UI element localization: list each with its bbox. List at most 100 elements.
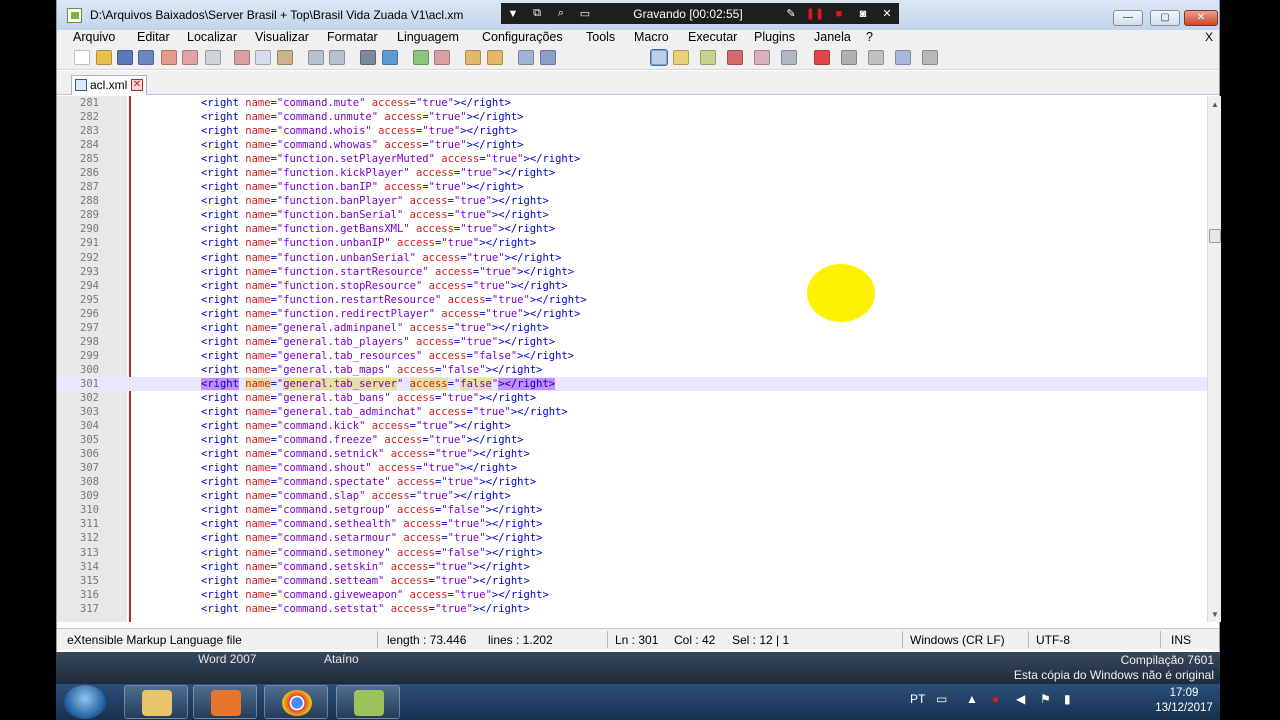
code-line[interactable]: 310 <right name="command.setgroup" access…: [57, 503, 1207, 517]
code-line[interactable]: 288 <right name="function.banPlayer" acce…: [57, 194, 1207, 208]
menu-arquivo[interactable]: Arquivo: [73, 30, 115, 44]
code-line[interactable]: 312 <right name="command.setarmour" acces…: [57, 531, 1207, 545]
recorder-close-icon[interactable]: ✕: [875, 7, 899, 20]
scrollbar-thumb[interactable]: [1209, 229, 1221, 243]
code-line[interactable]: 284 <right name="command.whowas" access="…: [57, 138, 1207, 152]
code-line[interactable]: 305 <right name="command.freeze" access="…: [57, 433, 1207, 447]
preview-icon[interactable]: [781, 50, 797, 65]
macro-stop-icon[interactable]: [841, 50, 857, 65]
macro-run-multiple-icon[interactable]: [895, 50, 911, 65]
replace-icon[interactable]: [382, 50, 398, 65]
code-line[interactable]: 315 <right name="command.setteam" access=…: [57, 574, 1207, 588]
menu-editar[interactable]: Editar: [137, 30, 170, 44]
code-line[interactable]: 317 <right name="command.setstat" access=…: [57, 602, 1207, 616]
print-icon[interactable]: [205, 50, 221, 65]
recorder-draw-icon[interactable]: ✎: [779, 7, 803, 20]
doc-map-icon[interactable]: [673, 50, 689, 65]
code-line[interactable]: 303 <right name="general.tab_adminchat" a…: [57, 405, 1207, 419]
network-icon[interactable]: ▮: [1064, 692, 1071, 706]
close-all-icon[interactable]: [182, 50, 198, 65]
code-line[interactable]: 292 <right name="function.unbanSerial" ac…: [57, 251, 1207, 265]
desktop-label-word[interactable]: Word 2007: [198, 652, 256, 666]
macro-record-icon[interactable]: [814, 50, 830, 65]
scroll-up-arrow-icon[interactable]: ▲: [1210, 100, 1220, 110]
close-file-icon[interactable]: [161, 50, 177, 65]
menu-janela[interactable]: Janela: [814, 30, 851, 44]
cut-icon[interactable]: [234, 50, 250, 65]
code-line[interactable]: 297 <right name="general.adminpanel" acce…: [57, 321, 1207, 335]
recorder-zoom-icon[interactable]: ⌕: [549, 7, 573, 20]
code-line[interactable]: 298 <right name="general.tab_players" acc…: [57, 335, 1207, 349]
save-icon[interactable]: [117, 50, 133, 65]
menu-configuracoes[interactable]: Configurações: [482, 30, 563, 44]
indent-guide-icon[interactable]: [650, 49, 668, 66]
function-list-icon[interactable]: [700, 50, 716, 65]
code-line[interactable]: 289 <right name="function.banSerial" acce…: [57, 208, 1207, 222]
code-line[interactable]: 314 <right name="command.setskin" access=…: [57, 560, 1207, 574]
menu-localizar[interactable]: Localizar: [187, 30, 237, 44]
show-all-chars-icon[interactable]: [540, 50, 556, 65]
word-wrap-icon[interactable]: [518, 50, 534, 65]
paste-icon[interactable]: [277, 50, 293, 65]
tab-acl-xml[interactable]: acl.xml ✕: [71, 75, 147, 95]
recorder-pause-icon[interactable]: ❚❚: [803, 7, 827, 20]
menu-tools[interactable]: Tools: [586, 30, 615, 44]
code-line[interactable]: 282 <right name="command.unmute" access="…: [57, 110, 1207, 124]
code-line[interactable]: 290 <right name="function.getBansXML" acc…: [57, 222, 1207, 236]
recorder-region-icon[interactable]: ▭: [573, 7, 597, 20]
recorder-tray-icon[interactable]: ●: [992, 692, 999, 706]
macro-save-icon[interactable]: [922, 50, 938, 65]
code-line[interactable]: 313 <right name="command.setmoney" access…: [57, 546, 1207, 560]
menu-plugins[interactable]: Plugins: [754, 30, 795, 44]
code-line[interactable]: 309 <right name="command.slap" access="tr…: [57, 489, 1207, 503]
start-button-icon[interactable]: [64, 685, 106, 719]
close-document-button[interactable]: X: [1205, 30, 1213, 44]
code-line[interactable]: 286 <right name="function.kickPlayer" acc…: [57, 166, 1207, 180]
code-line[interactable]: 308 <right name="command.spectate" access…: [57, 475, 1207, 489]
close-button[interactable]: ✕: [1184, 10, 1218, 26]
status-encoding[interactable]: UTF-8: [1036, 633, 1070, 647]
speaker-icon[interactable]: ◀: [1016, 692, 1025, 706]
show-hidden-icons[interactable]: ▲: [966, 692, 978, 706]
keyboard-icon[interactable]: ▭: [936, 692, 947, 706]
vertical-scrollbar[interactable]: ▲ ▼: [1207, 96, 1221, 622]
code-line[interactable]: 304 <right name="command.kick" access="tr…: [57, 419, 1207, 433]
menu-visualizar[interactable]: Visualizar: [255, 30, 309, 44]
desktop-label-ataino[interactable]: Ataíno: [324, 652, 359, 666]
save-all-icon[interactable]: [138, 50, 154, 65]
recorder-menu-icon[interactable]: ▼: [501, 8, 525, 20]
taskbar-media-player[interactable]: [193, 685, 257, 719]
code-line[interactable]: 295 <right name="function.restartResource…: [57, 293, 1207, 307]
code-line[interactable]: 301 <right name="general.tab_server" acce…: [57, 376, 1207, 391]
status-insert-mode[interactable]: INS: [1171, 633, 1191, 647]
monitoring-icon[interactable]: [754, 50, 770, 65]
taskbar-chrome[interactable]: [264, 685, 328, 719]
code-line[interactable]: 291 <right name="function.unbanIP" access…: [57, 236, 1207, 250]
recorder-camera-icon[interactable]: ◙: [851, 8, 875, 20]
code-line[interactable]: 294 <right name="function.stopResource" a…: [57, 279, 1207, 293]
menu-linguagem[interactable]: Linguagem: [397, 30, 459, 44]
status-eol[interactable]: Windows (CR LF): [910, 633, 1005, 647]
code-line[interactable]: 299 <right name="general.tab_resources" a…: [57, 349, 1207, 363]
code-line[interactable]: 293 <right name="function.startResource" …: [57, 265, 1207, 279]
macro-play-icon[interactable]: [868, 50, 884, 65]
copy-icon[interactable]: [255, 50, 271, 65]
minimize-button[interactable]: —: [1113, 10, 1143, 26]
find-icon[interactable]: [360, 50, 376, 65]
taskbar-explorer[interactable]: [124, 685, 188, 719]
sync-vertical-icon[interactable]: [465, 50, 481, 65]
menu-formatar[interactable]: Formatar: [327, 30, 378, 44]
maximize-button[interactable]: ▢: [1150, 10, 1180, 26]
code-line[interactable]: 307 <right name="command.shout" access="t…: [57, 461, 1207, 475]
code-editor[interactable]: 281 <right name="command.mute" access="tr…: [57, 96, 1207, 622]
new-file-icon[interactable]: [74, 50, 90, 65]
folder-workspace-icon[interactable]: [727, 50, 743, 65]
code-line[interactable]: 302 <right name="general.tab_bans" access…: [57, 391, 1207, 405]
zoom-out-icon[interactable]: [434, 50, 450, 65]
code-line[interactable]: 311 <right name="command.sethealth" acces…: [57, 517, 1207, 531]
recorder-stop-icon[interactable]: ■: [827, 8, 851, 20]
tab-close-icon[interactable]: ✕: [131, 79, 143, 91]
redo-icon[interactable]: [329, 50, 345, 65]
code-line[interactable]: 281 <right name="command.mute" access="tr…: [57, 96, 1207, 110]
code-line[interactable]: 296 <right name="function.redirectPlayer"…: [57, 307, 1207, 321]
